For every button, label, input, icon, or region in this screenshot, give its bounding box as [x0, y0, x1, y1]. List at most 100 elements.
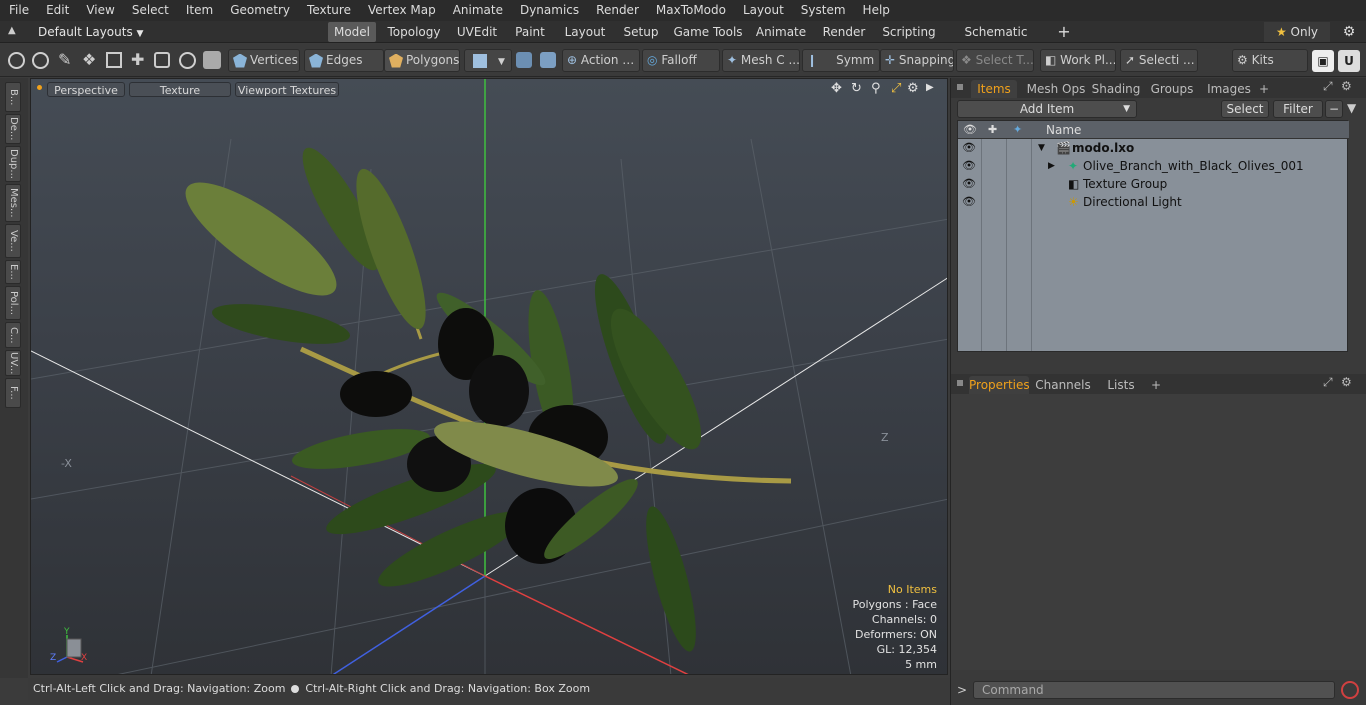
- add-item-dropdown[interactable]: Add Item ▼: [957, 100, 1137, 118]
- vertices-button[interactable]: Vertices: [228, 49, 300, 72]
- tree-row-light[interactable]: 👁 ☀ Directional Light: [958, 193, 1349, 211]
- panel-gear-icon[interactable]: ⚙: [1341, 79, 1352, 93]
- pivot-icon[interactable]: [540, 52, 556, 68]
- tool-tab-mesh[interactable]: Mes...: [5, 184, 21, 222]
- add-tab-button[interactable]: +: [1054, 22, 1074, 42]
- eye-icon[interactable]: 👁: [962, 157, 976, 175]
- tab-mesh-ops[interactable]: Mesh Ops: [1025, 80, 1087, 98]
- transform-icon[interactable]: ✚: [131, 50, 144, 69]
- expand-right-icon[interactable]: ▶: [926, 82, 934, 93]
- selection-sets-button[interactable]: ➚ Selecti ...: [1120, 49, 1198, 72]
- gear-icon[interactable]: ⚙: [1338, 22, 1360, 42]
- viewport-settings-icon[interactable]: ⚙: [907, 81, 919, 96]
- tool-tab-duplicate[interactable]: Dup...: [5, 146, 21, 182]
- tab-scripting[interactable]: Scripting: [878, 22, 940, 42]
- viewport-menu-dot-icon[interactable]: [37, 85, 42, 90]
- edges-button[interactable]: Edges: [304, 49, 384, 72]
- brush-icon[interactable]: ❖: [82, 50, 96, 69]
- expand-arrow-icon[interactable]: ▼: [1038, 139, 1045, 157]
- tool-tab-vertex[interactable]: Ve...: [5, 224, 21, 258]
- viewport-textures-button[interactable]: Viewport Textures: [235, 82, 339, 97]
- tab-paint[interactable]: Paint: [510, 22, 550, 42]
- panel-menu-icon[interactable]: [957, 380, 963, 386]
- tool-tab-basic[interactable]: B...: [5, 82, 21, 112]
- tab-animate[interactable]: Animate: [752, 22, 810, 42]
- menu-help[interactable]: Help: [854, 0, 898, 21]
- maximize-icon[interactable]: ⤢: [891, 81, 901, 96]
- panel-menu-icon[interactable]: [957, 84, 963, 90]
- select-through-button[interactable]: ❖ Select T...: [956, 49, 1034, 72]
- menu-maxtomodo[interactable]: MaxToModo: [647, 0, 734, 21]
- tab-groups[interactable]: Groups: [1147, 80, 1197, 98]
- eye-icon[interactable]: 👁: [962, 175, 976, 193]
- material-icon[interactable]: [516, 52, 532, 68]
- tool-tab-polygon[interactable]: Pol...: [5, 286, 21, 320]
- menu-file[interactable]: File: [0, 0, 37, 21]
- pan-icon[interactable]: ✥: [831, 81, 842, 96]
- shading-button[interactable]: Texture: [129, 82, 231, 97]
- tab-game-tools[interactable]: Game Tools: [672, 22, 744, 42]
- expand-panel-icon[interactable]: ⤢: [1323, 375, 1333, 390]
- tab-schematic-fusion[interactable]: Schematic Fusion: [948, 22, 1044, 59]
- add-panel-tab-button[interactable]: +: [1149, 376, 1163, 394]
- collapse-arrow-icon[interactable]: ▲: [8, 25, 16, 36]
- polygons-button[interactable]: Polygons: [384, 49, 460, 72]
- box-select-icon[interactable]: [106, 52, 122, 68]
- filter-button[interactable]: Filter: [1273, 100, 1323, 118]
- menu-item[interactable]: Item: [177, 0, 221, 21]
- tab-setup[interactable]: Setup: [618, 22, 664, 42]
- circle-select-icon[interactable]: [179, 52, 196, 69]
- unreal-logo-icon[interactable]: U: [1338, 50, 1360, 72]
- eye-icon[interactable]: 👁: [962, 193, 976, 211]
- globe-icon[interactable]: [32, 52, 49, 69]
- tab-layout[interactable]: Layout: [560, 22, 610, 42]
- menu-dynamics[interactable]: Dynamics: [511, 0, 587, 21]
- tab-lists[interactable]: Lists: [1097, 376, 1145, 394]
- tab-properties[interactable]: Properties: [969, 376, 1030, 394]
- panel-gear-icon[interactable]: ⚙: [1341, 375, 1352, 389]
- select-circle-icon[interactable]: [8, 52, 25, 69]
- menu-system[interactable]: System: [792, 0, 854, 21]
- work-plane-button[interactable]: ◧ Work Pl...: [1040, 49, 1116, 72]
- mesh-cube-icon[interactable]: [203, 51, 221, 69]
- menu-render[interactable]: Render: [587, 0, 647, 21]
- record-macro-icon[interactable]: [1341, 681, 1359, 699]
- tree-row-mesh[interactable]: 👁 ▶ ✦ Olive_Branch_with_Black_Olives_001: [958, 157, 1349, 175]
- modo-logo-icon[interactable]: ▣: [1312, 50, 1334, 72]
- menu-layout[interactable]: Layout: [734, 0, 792, 21]
- layout-dropdown[interactable]: Default Layouts ▼: [38, 21, 143, 45]
- tool-tab-edge[interactable]: E...: [5, 260, 21, 284]
- snapping-button[interactable]: ✛ Snapping: [880, 49, 954, 72]
- tab-render[interactable]: Render: [818, 22, 870, 42]
- kits-button[interactable]: ⚙ Kits: [1232, 49, 1308, 72]
- rotate-icon[interactable]: ↻: [851, 81, 862, 96]
- name-column-header[interactable]: Name: [1046, 121, 1081, 139]
- action-center-button[interactable]: ⊕ Action …: [562, 49, 640, 72]
- tree-row-scene[interactable]: 👁 ▼ 🎬 modo.lxo: [958, 139, 1349, 157]
- tab-uvedit[interactable]: UVEdit: [452, 22, 502, 42]
- only-toggle[interactable]: ★ Only: [1264, 22, 1330, 42]
- tab-channels[interactable]: Channels: [1035, 376, 1091, 394]
- tab-shading[interactable]: Shading: [1091, 80, 1141, 98]
- menu-select[interactable]: Select: [123, 0, 177, 21]
- tab-items[interactable]: Items: [971, 80, 1017, 98]
- zoom-icon[interactable]: ⚲: [871, 81, 881, 96]
- mesh-constraint-button[interactable]: ✦ Mesh C ...: [722, 49, 800, 72]
- symmetry-button[interactable]: ❙ Symm ...: [802, 49, 880, 72]
- add-panel-tab-button[interactable]: +: [1257, 80, 1271, 98]
- menu-view[interactable]: View: [77, 0, 122, 21]
- command-input[interactable]: Command: [973, 681, 1335, 699]
- collapse-icon[interactable]: −: [1325, 100, 1343, 118]
- menu-geometry[interactable]: Geometry: [221, 0, 298, 21]
- tree-row-texture-group[interactable]: 👁 ◧ Texture Group: [958, 175, 1349, 193]
- tool-tab-curve[interactable]: C...: [5, 322, 21, 348]
- eye-icon[interactable]: 👁: [962, 139, 976, 157]
- expand-arrow-icon[interactable]: ▶: [1048, 157, 1055, 175]
- 3d-viewport[interactable]: Z -X Y Z X Perspective Texture Viewport …: [30, 78, 948, 675]
- menu-edit[interactable]: Edit: [37, 0, 77, 21]
- tool-tab-deform[interactable]: De...: [5, 114, 21, 144]
- tab-images[interactable]: Images: [1203, 80, 1255, 98]
- view-type-button[interactable]: Perspective: [47, 82, 125, 97]
- expand-panel-icon[interactable]: ⤢: [1323, 79, 1333, 94]
- tool-tab-uv[interactable]: UV...: [5, 350, 21, 376]
